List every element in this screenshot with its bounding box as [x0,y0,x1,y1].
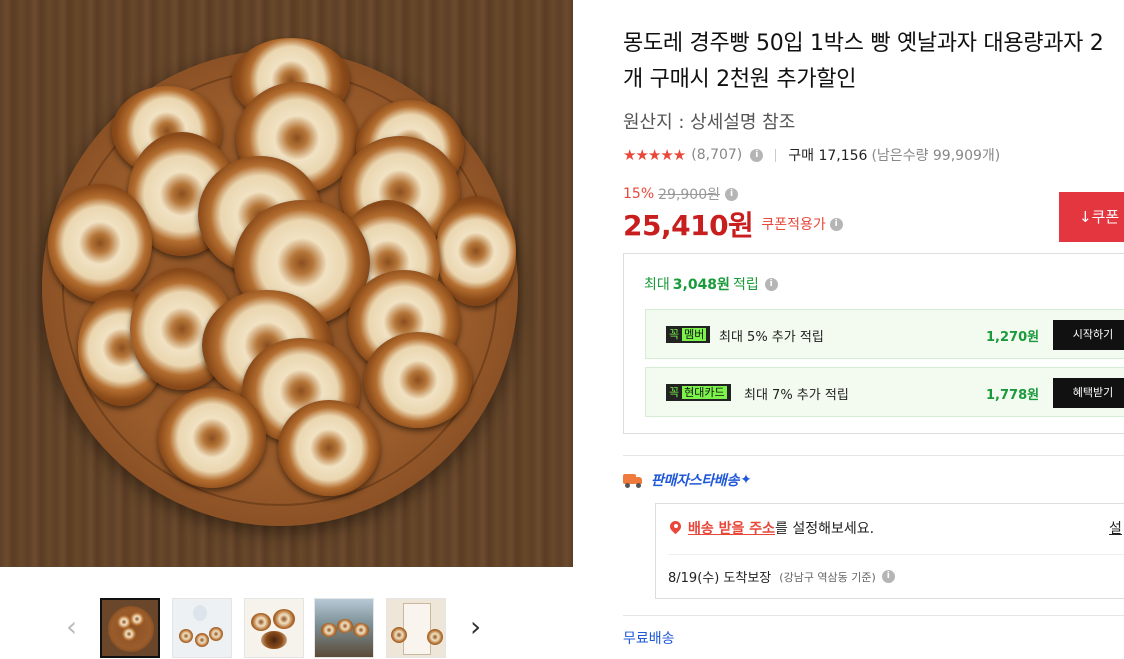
bun [278,400,380,496]
purchase-count: 구매 17,156 [788,148,868,164]
free-shipping: 무료배송 [623,631,675,647]
sale-price: 25,410원 [623,209,754,242]
card-badge: 꼭 현대카드 [666,384,731,401]
remaining-quantity: (남은수량 99,909개) [871,148,1001,164]
truck-icon [623,472,645,488]
reward-box: 최대 3,048원 적립 i 꼭 멤버 최대 5% 추가 적립 1,270원 시작… [623,253,1124,434]
chevron-left-icon[interactable]: ‹ [66,610,77,643]
discount-rate: 15% [623,186,655,202]
info-icon[interactable]: i [881,570,895,583]
badge-label: 멤버 [682,328,707,341]
eta-date: 8/19(수) 도착보장 [668,571,772,586]
divider [668,554,1124,555]
info-icon[interactable]: i [829,217,843,231]
shipping-type: 판매자스타배송 ✦ [623,470,752,490]
original-price: 29,900원 [658,187,720,203]
start-button[interactable]: 시작하기 [1053,320,1124,350]
location-pin-icon [670,521,681,536]
origin-info: 원산지 : 상세설명 참조 [623,112,796,133]
address-prompt: 배송 받을 주소 를 설정해보세요. [670,518,874,538]
info-icon[interactable]: i [764,277,778,291]
product-title: 몽도레 경주빵 50입 1박스 빵 옛날과자 대용량과자 2개 구매시 2천원 … [623,31,1104,92]
review-count[interactable]: (8,707) [691,147,742,163]
eta-basis: (강남구 역삼동 기준) [779,570,876,584]
thumbnail-1[interactable] [100,598,160,658]
reward-suffix: 적립 [732,277,759,293]
badge-prefix: 꼭 [669,386,680,399]
thumbnail-3[interactable] [244,598,304,658]
reward-header: 최대 3,048원 적립 i [644,274,778,294]
badge-prefix: 꼭 [669,328,680,341]
thumbnail-5[interactable] [386,598,446,658]
product-main-image[interactable] [0,0,573,567]
divider [623,455,1124,456]
coupon-price-note: 쿠폰적용가 [761,217,826,233]
badge-label: 현대카드 [682,386,727,399]
benefit-text: 최대 5% 추가 적립 [719,330,824,345]
thumbnail-2[interactable] [172,598,232,658]
delivery-eta: 8/19(수) 도착보장 (강남구 역삼동 기준) i [668,567,895,586]
benefit-amount: 1,270원 [986,330,1040,345]
price-row: 25,410원 쿠폰적용가 i [623,204,843,244]
member-badge: 꼭 멤버 [666,326,711,343]
star-rating-icon: ★★★★★ [623,146,686,164]
rating-row: ★★★★★ (8,707) i 구매 17,156 (남은수량 99,909개) [623,145,1000,165]
bun [158,388,266,488]
delivery-address-box: 배송 받을 주소 를 설정해보세요. 설 8/19(수) 도착보장 (강남구 역… [655,503,1124,599]
reward-amount: 3,048원 [672,277,730,293]
benefit-card: 꼭 현대카드 최대 7% 추가 적립 1,778원 혜택받기 [645,367,1124,417]
address-prompt-text: 를 설정해보세요. [775,521,875,537]
thumbnail-strip: ‹ › [60,596,500,659]
thumbnail-4[interactable] [314,598,374,658]
info-icon[interactable]: i [750,148,764,162]
divider [623,615,1124,616]
address-link[interactable]: 배송 받을 주소 [688,518,775,538]
setup-address-link[interactable]: 설 [1109,518,1122,538]
divider [775,148,777,162]
get-benefit-button[interactable]: 혜택받기 [1053,378,1124,408]
benefit-amount: 1,778원 [986,388,1040,403]
discount-row: 15% 29,900원 i [623,184,738,204]
coupon-download-button[interactable]: ↓쿠폰 [1059,192,1124,242]
chevron-right-icon[interactable]: › [470,610,481,643]
bun [364,332,472,428]
benefit-member: 꼭 멤버 최대 5% 추가 적립 1,270원 시작하기 [645,309,1124,359]
reward-prefix: 최대 [644,277,670,293]
benefit-text: 최대 7% 추가 적립 [744,388,849,403]
info-icon[interactable]: i [725,187,738,201]
bun [48,184,152,302]
sparkle-icon: ✦ [740,472,752,488]
star-delivery-label: 판매자스타배송 [651,473,740,489]
